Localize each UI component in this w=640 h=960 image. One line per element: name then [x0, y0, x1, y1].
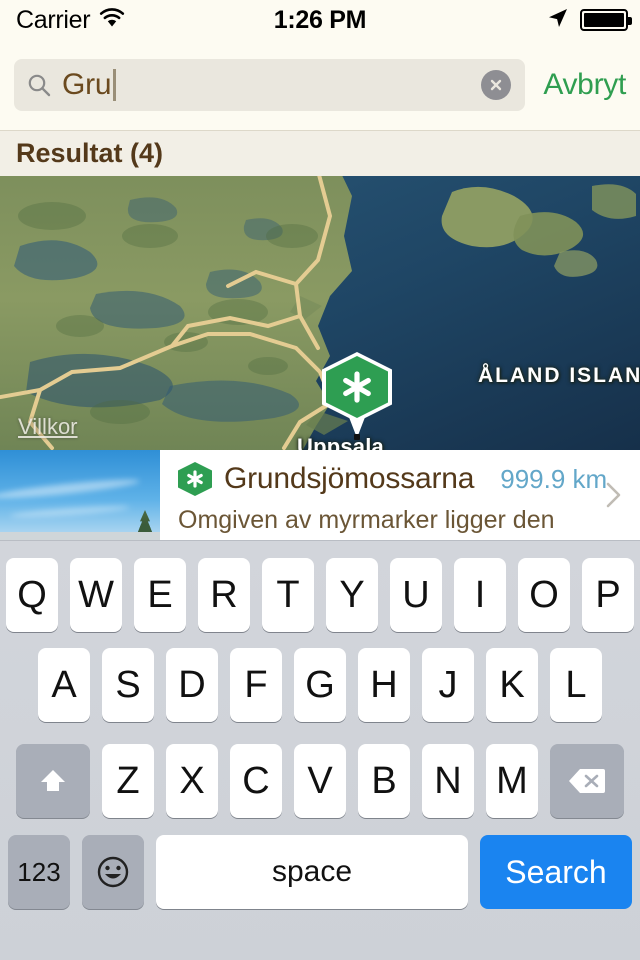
key-d[interactable]: D [166, 648, 218, 722]
result-thumbnail [0, 450, 160, 540]
search-bar: Gru Avbryt [0, 40, 640, 130]
smiley-face-icon[interactable] [82, 835, 144, 909]
key-c[interactable]: C [230, 744, 282, 818]
map-view[interactable]: Uppsala Västerås Eskilstuna Örebro Stock… [0, 176, 640, 450]
map-pin-nature-reserve-north[interactable] [322, 352, 392, 438]
key-u[interactable]: U [390, 558, 442, 632]
keyboard-row-4: 123 space Search [0, 829, 640, 929]
key-e[interactable]: E [134, 558, 186, 632]
key-j[interactable]: J [422, 648, 474, 722]
results-header: Resultat (4) [0, 130, 640, 176]
on-screen-keyboard[interactable]: Q W E R T Y U I O P A S D F G H J K L Z … [0, 540, 640, 960]
thumbnail-cloud [0, 476, 141, 502]
cancel-button[interactable]: Avbryt [543, 68, 626, 102]
pin-body [326, 356, 388, 418]
numbers-key[interactable]: 123 [8, 835, 70, 909]
location-arrow-icon [546, 6, 570, 35]
nature-reserve-icon [343, 371, 371, 403]
key-i[interactable]: I [454, 558, 506, 632]
key-p[interactable]: P [582, 558, 634, 632]
text-cursor [113, 69, 117, 101]
key-m[interactable]: M [486, 744, 538, 818]
shift-up-arrow-icon[interactable] [16, 744, 90, 818]
backspace-delete-icon[interactable] [550, 744, 624, 818]
key-z[interactable]: Z [102, 744, 154, 818]
search-key[interactable]: Search [480, 835, 632, 909]
key-h[interactable]: H [358, 648, 410, 722]
key-r[interactable]: R [198, 558, 250, 632]
map-attribution-link[interactable]: Villkor [18, 414, 78, 440]
app-root: Carrier 1:26 PM Gru Avbryt Resultat (4) … [0, 0, 640, 960]
result-title: Grundsjömossarna [224, 462, 475, 495]
list-item[interactable]: Grundsjömossarna 999.9 km Omgiven av myr… [0, 450, 640, 540]
map-label-aland-islands: ÅLAND ISLANDS [478, 364, 640, 387]
key-x[interactable]: X [166, 744, 218, 818]
keyboard-row-3: Z X C V B N M [0, 733, 640, 829]
key-t[interactable]: T [262, 558, 314, 632]
status-bar-right [546, 0, 632, 40]
result-body: Grundsjömossarna 999.9 km Omgiven av myr… [160, 450, 640, 540]
results-list: Grundsjömossarna 999.9 km Omgiven av myr… [0, 450, 640, 540]
nature-reserve-icon [178, 462, 212, 496]
clear-circle-icon[interactable] [481, 70, 512, 100]
status-bar-time: 1:26 PM [273, 5, 367, 34]
thumbnail-ground [0, 532, 160, 540]
results-header-label: Resultat (4) [16, 138, 164, 168]
space-key[interactable]: space [156, 835, 468, 909]
key-f[interactable]: F [230, 648, 282, 722]
key-y[interactable]: Y [326, 558, 378, 632]
key-g[interactable]: G [294, 648, 346, 722]
thumbnail-cloud [9, 503, 131, 520]
key-l[interactable]: L [550, 648, 602, 722]
result-distance: 999.9 km [500, 463, 608, 494]
key-s[interactable]: S [102, 648, 154, 722]
key-v[interactable]: V [294, 744, 346, 818]
search-input[interactable]: Gru [14, 59, 526, 111]
battery-full-icon [580, 9, 632, 31]
keyboard-row-2: A S D F G H J K L [0, 637, 640, 733]
search-input-value: Gru [62, 68, 112, 101]
key-o[interactable]: O [518, 558, 570, 632]
pin-outline [322, 352, 392, 422]
key-b[interactable]: B [358, 744, 410, 818]
key-n[interactable]: N [422, 744, 474, 818]
chevron-right-icon [606, 481, 622, 509]
key-k[interactable]: K [486, 648, 538, 722]
search-icon [26, 72, 52, 98]
key-a[interactable]: A [38, 648, 90, 722]
keyboard-row-1: Q W E R T Y U I O P [0, 541, 640, 637]
result-description: Omgiven av myrmarker ligger den [178, 506, 555, 534]
status-bar: Carrier 1:26 PM [0, 0, 640, 40]
key-q[interactable]: Q [6, 558, 58, 632]
result-title-row: Grundsjömossarna 999.9 km [178, 462, 640, 496]
key-w[interactable]: W [70, 558, 122, 632]
map-terrain [0, 176, 640, 450]
